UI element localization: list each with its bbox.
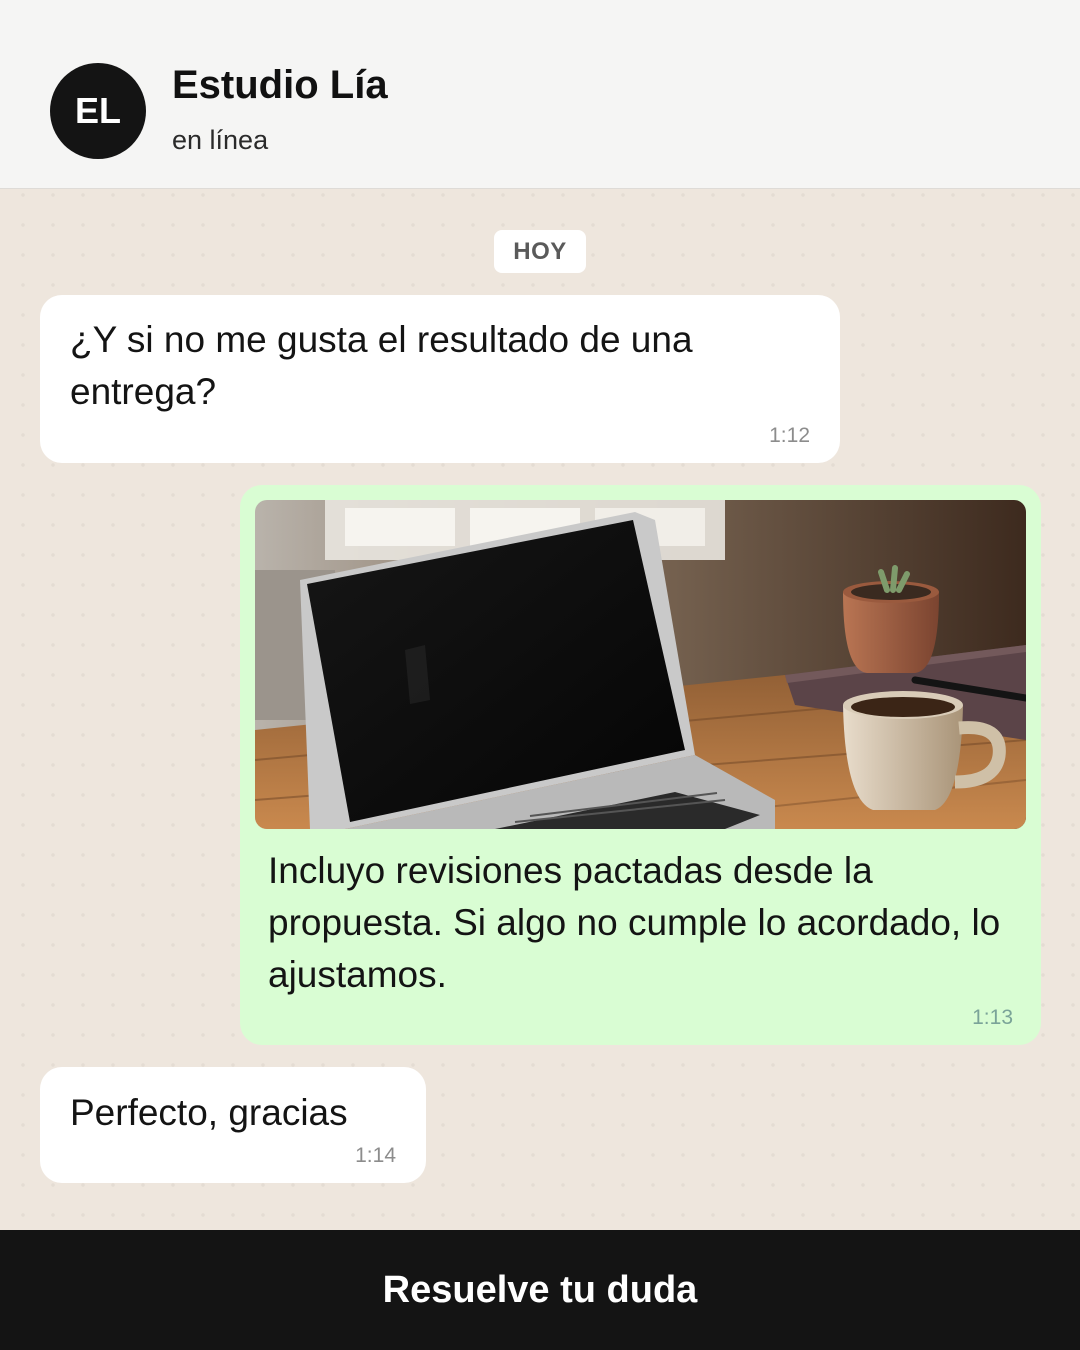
- message-time: 1:12: [769, 424, 810, 447]
- message-time: 1:14: [355, 1144, 396, 1167]
- contact-name[interactable]: Estudio Lía: [172, 63, 388, 108]
- avatar-initials: EL: [74, 90, 121, 131]
- message-bubble-incoming[interactable]: Perfecto, gracias 1:14: [40, 1067, 426, 1183]
- message-text: ¿Y si no me gusta el resultado de una en…: [70, 319, 693, 412]
- cta-button[interactable]: Resuelve tu duda: [0, 1230, 1080, 1350]
- contact-status: en línea: [172, 125, 269, 155]
- message-text: Incluyo revisiones pactadas desde la pro…: [268, 850, 1001, 995]
- message-text: Perfecto, gracias: [70, 1092, 348, 1133]
- avatar[interactable]: EL: [50, 63, 146, 159]
- chat-header: EL Estudio Lía en línea: [0, 0, 1080, 189]
- message-time: 1:13: [972, 1006, 1013, 1029]
- message-bubble-incoming[interactable]: ¿Y si no me gusta el resultado de una en…: [40, 295, 840, 463]
- message-bubble-outgoing[interactable]: Incluyo revisiones pactadas desde la pro…: [240, 485, 1041, 1045]
- laptop-coffee-photo[interactable]: [255, 500, 1026, 829]
- date-separator: HOY: [494, 230, 586, 273]
